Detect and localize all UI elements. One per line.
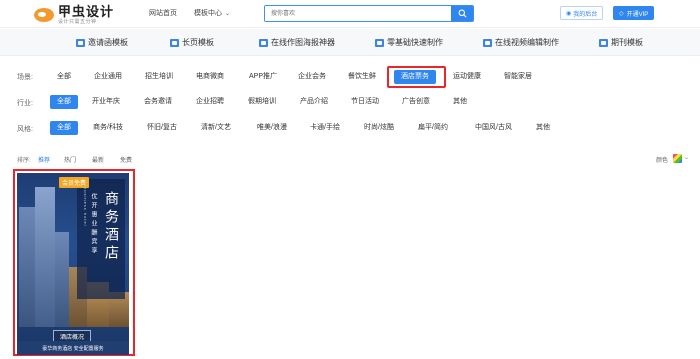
logo-name: 甲虫设计 bbox=[58, 4, 115, 19]
category-label: 在线作图海报神器 bbox=[271, 38, 335, 47]
nav-home-link[interactable]: 网站首页 bbox=[149, 8, 177, 18]
magazine-icon bbox=[599, 38, 608, 47]
my-console-button[interactable]: ◉ 我的后台 bbox=[560, 6, 604, 20]
style-filter-item[interactable]: 其他 bbox=[536, 121, 550, 135]
style-filter-item[interactable]: 唯美/浪漫 bbox=[257, 121, 287, 135]
industry-filter-item[interactable]: 开业年庆 bbox=[92, 95, 120, 109]
category-magazine[interactable]: 期刊模板 bbox=[599, 37, 643, 48]
long-page-icon bbox=[170, 38, 179, 47]
industry-filter-item[interactable]: 其他 bbox=[453, 95, 467, 109]
scene-filter-label: 场景: bbox=[17, 74, 33, 81]
nav-template-center-label: 模板中心 bbox=[194, 10, 222, 17]
color-filter-label: 颜色 bbox=[656, 158, 669, 164]
annotation-highlight-box bbox=[387, 66, 446, 88]
search-bar bbox=[264, 5, 474, 22]
category-label: 长页模板 bbox=[182, 38, 214, 47]
invite-icon bbox=[76, 38, 85, 47]
poster-footer: 豪华商务酒店 安全配置服务 bbox=[17, 341, 129, 355]
open-vip-button[interactable]: ◇ 开通VIP bbox=[613, 6, 655, 20]
skyscraper-image bbox=[55, 232, 69, 327]
industry-filter-item[interactable]: 企业招聘 bbox=[196, 95, 224, 109]
search-button[interactable] bbox=[451, 6, 473, 21]
diamond-icon: ◇ bbox=[619, 10, 624, 17]
beetle-logo-icon bbox=[34, 8, 54, 22]
style-filter-item[interactable]: 清新/文艺 bbox=[201, 121, 231, 135]
category-bar: 邀请函模板 长页模板 在线作图海报神器 零基础快速制作 在线视频编辑制作 期刊模… bbox=[0, 29, 700, 56]
scene-filter-item[interactable]: 招生培训 bbox=[145, 70, 173, 84]
category-poster[interactable]: 在线作图海报神器 bbox=[259, 37, 335, 48]
industry-filter-item[interactable]: 会务邀请 bbox=[144, 95, 172, 109]
category-label: 在线视频编辑制作 bbox=[495, 38, 559, 47]
scene-filter-item[interactable]: 企业通用 bbox=[94, 70, 122, 84]
category-quick-make[interactable]: 零基础快速制作 bbox=[375, 37, 443, 48]
scene-filter-item[interactable]: 电商微商 bbox=[196, 70, 224, 84]
style-filter-item[interactable]: 怀旧/复古 bbox=[147, 121, 177, 135]
poster-footer-text: 豪华商务酒店 安全配置服务 bbox=[42, 345, 104, 352]
industry-filter-item[interactable]: 产品介绍 bbox=[300, 95, 328, 109]
category-label: 零基础快速制作 bbox=[387, 38, 443, 47]
sort-free[interactable]: 免费 bbox=[120, 155, 132, 164]
chevron-down-icon[interactable]: ⌄ bbox=[684, 154, 689, 161]
video-icon bbox=[483, 38, 492, 47]
color-swatch-icon[interactable] bbox=[673, 154, 682, 163]
poster-english-title: business hotel bbox=[83, 187, 88, 227]
scene-filter-item[interactable]: 全部 bbox=[57, 70, 71, 84]
skyscraper-image bbox=[35, 187, 55, 327]
globe-icon: ◉ bbox=[566, 10, 572, 17]
industry-filter-item[interactable]: 假期培训 bbox=[248, 95, 276, 109]
style-filter-item[interactable]: 时尚/炫酷 bbox=[364, 121, 394, 135]
sort-recommend[interactable]: 推荐 bbox=[38, 155, 50, 164]
search-input[interactable] bbox=[265, 6, 451, 21]
style-filter-label: 风格: bbox=[17, 126, 33, 133]
style-filter-item[interactable]: 扁平/简约 bbox=[418, 121, 448, 135]
industry-filter-label: 行业: bbox=[17, 100, 33, 107]
style-filter-item[interactable]: 中国风/古风 bbox=[475, 121, 512, 135]
category-long-page[interactable]: 长页模板 bbox=[170, 37, 214, 48]
style-filter-item[interactable]: 商务/科技 bbox=[93, 121, 123, 135]
nav-template-center[interactable]: 模板中心 ⌄ bbox=[194, 8, 230, 18]
poster-icon bbox=[259, 38, 268, 47]
category-video[interactable]: 在线视频编辑制作 bbox=[483, 37, 559, 48]
scene-filter-item[interactable]: 智能家居 bbox=[504, 70, 532, 84]
category-label: 邀请函模板 bbox=[88, 38, 128, 47]
industry-filter-item[interactable]: 广告创意 bbox=[402, 95, 430, 109]
industry-filter-item[interactable]: 节日活动 bbox=[351, 95, 379, 109]
style-filter-item-active[interactable]: 全部 bbox=[50, 121, 78, 135]
top-header: 甲虫设计 设计只需五分钟 网站首页 模板中心 ⌄ ◉ 我的后台 ◇ 开通VIP bbox=[0, 0, 700, 28]
chevron-down-icon: ⌄ bbox=[225, 10, 231, 17]
industry-filter-item-active[interactable]: 全部 bbox=[50, 95, 78, 109]
logo[interactable]: 甲虫设计 设计只需五分钟 bbox=[34, 5, 124, 25]
scene-filter-item[interactable]: 运动健康 bbox=[453, 70, 481, 84]
template-card-hotel[interactable]: 会员免费 business hotel 优开惠业酬宾享 商务酒店 酒店概况 豪华… bbox=[17, 173, 129, 355]
my-console-label: 我的后台 bbox=[573, 11, 598, 18]
scene-filter-item[interactable]: APP推广 bbox=[249, 70, 277, 84]
poster-title: 商务酒店 bbox=[103, 191, 119, 263]
category-invite[interactable]: 邀请函模板 bbox=[76, 37, 128, 48]
search-icon bbox=[458, 9, 466, 18]
scene-filter-item[interactable]: 企业会务 bbox=[298, 70, 326, 84]
quick-make-icon bbox=[375, 38, 384, 47]
open-vip-label: 开通VIP bbox=[626, 11, 649, 18]
poster-tagline: 优开惠业酬宾享 bbox=[90, 193, 96, 256]
sort-hot[interactable]: 热门 bbox=[64, 155, 76, 164]
style-filter-item[interactable]: 卡通/手绘 bbox=[310, 121, 340, 135]
scene-filter-item[interactable]: 餐饮生鲜 bbox=[348, 70, 376, 84]
sort-label: 排序: bbox=[17, 158, 31, 164]
category-label: 期刊模板 bbox=[611, 38, 643, 47]
sort-newest[interactable]: 最新 bbox=[92, 155, 104, 164]
logo-slogan: 设计只需五分钟 bbox=[58, 19, 97, 25]
skyscraper-image bbox=[19, 207, 35, 327]
